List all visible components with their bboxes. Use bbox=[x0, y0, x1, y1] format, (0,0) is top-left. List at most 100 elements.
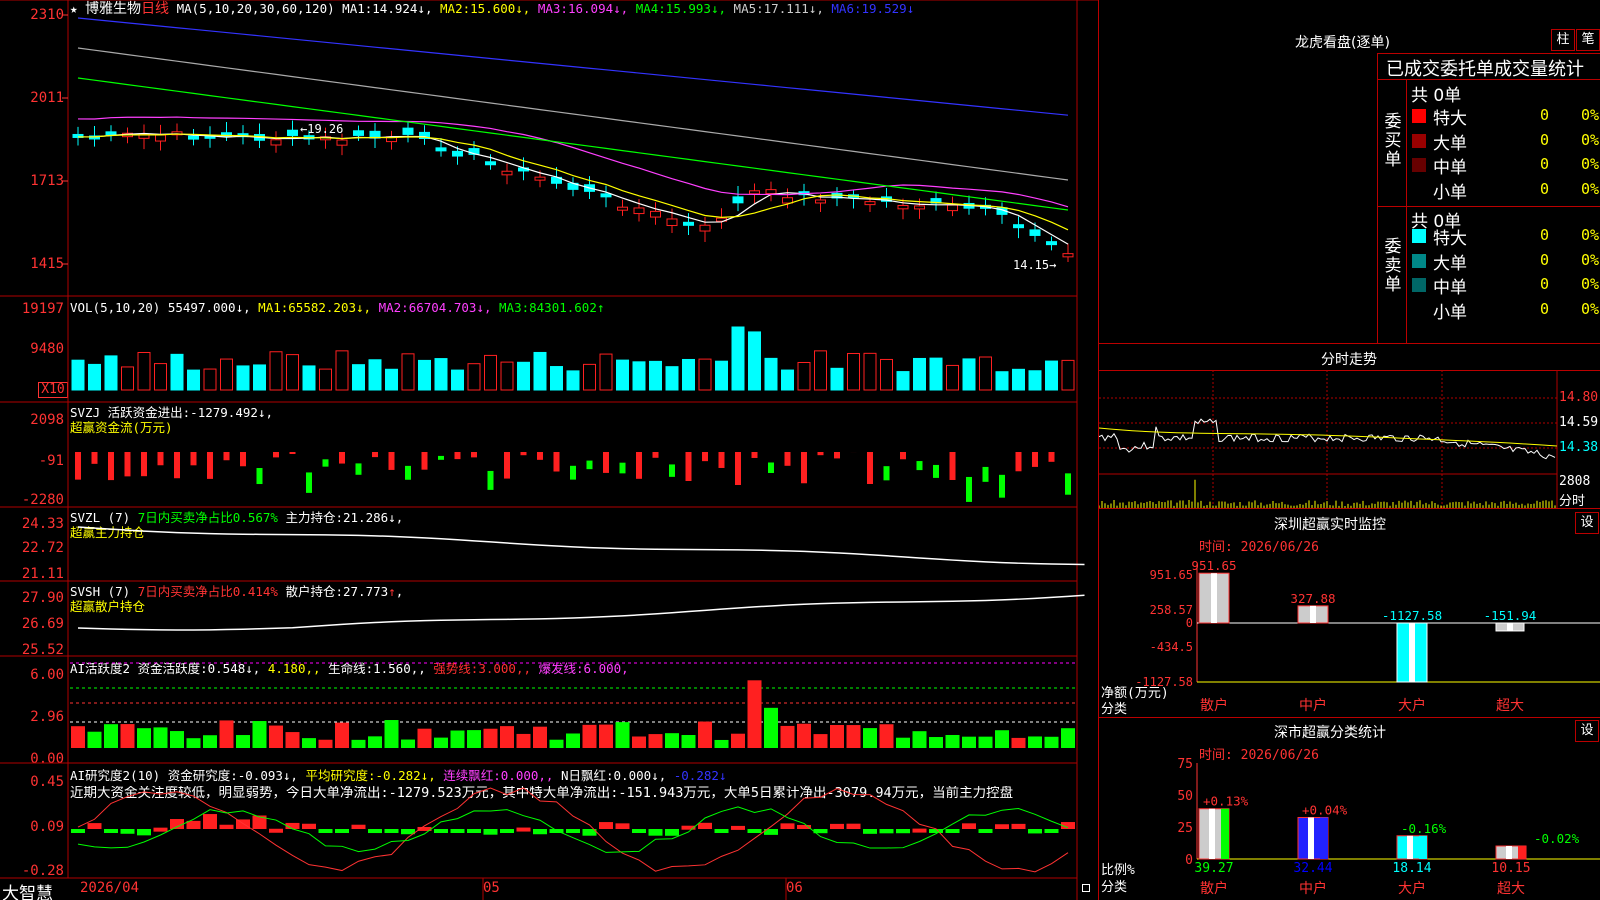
period-label[interactable]: 日线 bbox=[141, 1, 169, 17]
research-bar bbox=[714, 829, 729, 834]
activity-bar bbox=[995, 730, 1009, 748]
ai2-legend: AI研究度2(10) 资金研究度:-0.093↓, 平均研究度:-0.282↓,… bbox=[70, 768, 726, 783]
fund-flow-bar bbox=[570, 465, 576, 480]
legend-item: 强势线:3.000,, bbox=[433, 661, 539, 676]
fund-flow-bar bbox=[388, 452, 395, 470]
research-bar bbox=[846, 823, 861, 829]
fund-flow-bar bbox=[718, 452, 725, 468]
classify-bar-side bbox=[1419, 835, 1427, 859]
research-bar bbox=[335, 829, 349, 833]
fund-flow-bar bbox=[636, 452, 642, 479]
candle-body bbox=[683, 221, 694, 226]
ai2-ytick: -0.28 bbox=[21, 863, 64, 879]
candle-body bbox=[155, 134, 166, 142]
candle-body bbox=[864, 201, 876, 206]
volume-bar bbox=[781, 369, 794, 391]
classify-bar bbox=[1495, 845, 1527, 860]
activity-bar bbox=[120, 724, 135, 748]
tick-mode-button[interactable]: 笔 bbox=[1576, 29, 1600, 51]
ai1-ytick: 2.96 bbox=[30, 709, 64, 725]
order-percent: 0% bbox=[1580, 226, 1599, 244]
date-tick: 06 bbox=[786, 880, 803, 896]
candle-body bbox=[221, 132, 232, 137]
classify-value-label: 10.15 bbox=[1491, 861, 1530, 876]
classify-bar bbox=[1198, 808, 1230, 860]
fund-flow-bar bbox=[949, 452, 956, 480]
volume-bar bbox=[880, 358, 893, 391]
fund-flow-bar bbox=[240, 452, 246, 467]
svzj-label: 活跃资金进出: bbox=[107, 405, 191, 420]
candle-body bbox=[963, 202, 975, 209]
legend-item: 资金活跃度:0.548↓, bbox=[137, 661, 268, 676]
fund-flow-bar bbox=[867, 452, 873, 484]
classify-bar bbox=[1396, 835, 1428, 860]
classify-change-label: +0.13% bbox=[1203, 794, 1249, 809]
fenshi-ytick: 14.38 bbox=[1559, 440, 1599, 455]
fund-flow-bar bbox=[702, 452, 708, 462]
volume-bar bbox=[434, 358, 448, 391]
svsh-ytick: 27.90 bbox=[21, 590, 64, 606]
candle-body bbox=[782, 197, 793, 204]
classify-settings-button[interactable]: 设 bbox=[1575, 720, 1599, 742]
fund-flow-bar bbox=[999, 474, 1005, 498]
volume-bar bbox=[302, 365, 316, 391]
research-bar bbox=[896, 829, 910, 834]
svzj-title: SVZJ bbox=[70, 405, 101, 420]
lhb-title: 龙虎看盘(逐单) bbox=[1295, 35, 1390, 51]
research-bar bbox=[945, 829, 960, 833]
order-size-label: 大单 bbox=[1433, 133, 1467, 154]
activity-bar bbox=[549, 739, 564, 748]
classify-value-label: 18.14 bbox=[1392, 861, 1431, 876]
lock-icon[interactable] bbox=[1082, 884, 1090, 892]
candle-body bbox=[567, 182, 579, 190]
monitor-settings-button[interactable]: 设 bbox=[1575, 512, 1599, 534]
ai1-title: AI活跃度2 bbox=[70, 661, 131, 676]
fund-flow-bar bbox=[669, 464, 675, 477]
research-bar bbox=[566, 829, 580, 833]
activity-bar bbox=[863, 728, 877, 748]
chart-area[interactable]: ★ 博雅生物日线 MA(5,10,20,30,60,120) MA1:14.92… bbox=[0, 0, 1098, 900]
bar-mode-button[interactable]: 柱 bbox=[1551, 29, 1575, 51]
activity-bar bbox=[747, 680, 762, 748]
candle-body bbox=[89, 135, 100, 140]
classify-ytick: 50 bbox=[1177, 789, 1193, 804]
candle-body bbox=[237, 133, 249, 138]
volume-bar bbox=[368, 359, 382, 391]
favorite-star-icon[interactable]: ★ bbox=[70, 1, 78, 16]
candle-body bbox=[353, 130, 364, 136]
candle-body bbox=[1062, 253, 1074, 258]
monitor-bar-highlight bbox=[1507, 623, 1513, 631]
fund-flow-bar bbox=[784, 452, 791, 466]
activity-bar bbox=[71, 726, 85, 748]
candle-body bbox=[633, 207, 645, 215]
research-bar bbox=[351, 824, 366, 829]
classify-bar-side bbox=[1221, 808, 1229, 859]
legend-item: MA1:14.924↓, bbox=[342, 1, 441, 16]
volume-bar bbox=[484, 354, 497, 391]
fund-flow-bar bbox=[91, 452, 98, 464]
order-size-label: 中单 bbox=[1433, 158, 1467, 178]
research-bar bbox=[269, 828, 283, 833]
activity-bar bbox=[500, 726, 514, 748]
candle-body bbox=[897, 204, 909, 210]
research-bar bbox=[401, 829, 415, 835]
activity-bar bbox=[533, 726, 547, 748]
svsh-arrow: ↑ bbox=[388, 584, 396, 599]
activity-bar bbox=[912, 731, 927, 748]
volume-bar bbox=[269, 351, 283, 391]
order-size-label: 小单 bbox=[1433, 182, 1467, 203]
volume-bar bbox=[830, 367, 844, 391]
classify-category: 散户 bbox=[1200, 880, 1228, 897]
svsh-legend: SVSH (7) 7日内买卖净占比0.414% 散户持仓:27.773↑, bbox=[70, 584, 404, 599]
volume-bar bbox=[616, 359, 629, 391]
fenshi-vol-label: 2808 bbox=[1559, 474, 1591, 489]
date-tick: 05 bbox=[483, 880, 500, 896]
fund-flow-bar bbox=[1065, 473, 1071, 495]
research-bar bbox=[978, 829, 993, 833]
fund-flow-bar bbox=[685, 452, 692, 481]
app-logo: 大智慧 bbox=[2, 884, 53, 900]
research-bar bbox=[219, 824, 234, 829]
volume-bar bbox=[352, 364, 365, 391]
activity-bar bbox=[797, 723, 811, 748]
activity-bar bbox=[813, 734, 828, 748]
